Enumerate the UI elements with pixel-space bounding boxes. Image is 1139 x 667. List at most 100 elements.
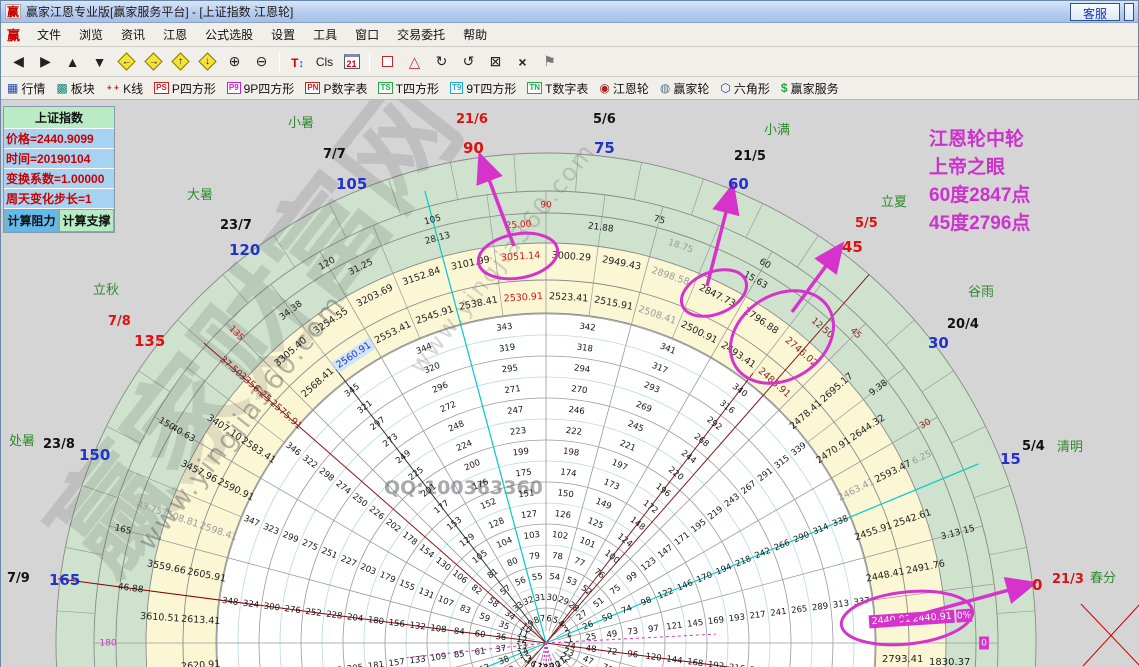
panel-row-0: 价格=2440.9099 bbox=[4, 129, 114, 149]
svg-text:36: 36 bbox=[495, 632, 507, 643]
svg-text:157: 157 bbox=[388, 657, 405, 667]
svg-text:24: 24 bbox=[564, 641, 576, 652]
partial-button[interactable] bbox=[1124, 2, 1134, 21]
module-button-T四方形[interactable]: TS T四方形 bbox=[378, 80, 439, 97]
svg-text:2620.91: 2620.91 bbox=[181, 659, 221, 667]
module-button-P数字表[interactable]: PN P数字表 bbox=[305, 80, 367, 97]
menu-item-8[interactable]: 交易委托 bbox=[388, 23, 454, 46]
boxed-x-button[interactable]: ⊠ bbox=[482, 49, 509, 74]
nav-right-button[interactable]: ▶ bbox=[32, 49, 59, 74]
wheel-icon: ◉ bbox=[599, 81, 610, 95]
svg-text:21/6: 21/6 bbox=[456, 112, 488, 127]
svg-text:0: 0 bbox=[1032, 576, 1042, 594]
module-label: 9T四方形 bbox=[466, 81, 517, 96]
svg-text:342: 342 bbox=[579, 322, 596, 334]
calendar-button[interactable]: 21 bbox=[338, 49, 365, 74]
module-button-板块[interactable]: ▩ 板块 bbox=[56, 80, 94, 97]
svg-text:45: 45 bbox=[842, 238, 863, 256]
module-label: K线 bbox=[123, 81, 144, 96]
module-toolbar: ▦ 行情 ▩ 板块 ᛭᛭ K线 PS P四方形 P9 9P四方形 PN P数字表 TS T四方形 T9 9T四… bbox=[1, 77, 1138, 100]
panel-buttons: 计算阻力 计算支撑 bbox=[4, 209, 114, 232]
flag-button[interactable]: ⚑ bbox=[536, 49, 563, 74]
svg-text:204: 204 bbox=[346, 612, 363, 624]
svg-text:181: 181 bbox=[367, 660, 384, 667]
panel-rows: 价格=2440.9099 时间=20190104 变换系数=1.00000 周天变化步… bbox=[4, 129, 114, 209]
annotation-line-3: 45度2796点 bbox=[929, 213, 1031, 234]
svg-text:192: 192 bbox=[707, 660, 724, 667]
module-button-K线[interactable]: ᛭᛭ K线 bbox=[106, 80, 143, 97]
module-button-P四方形[interactable]: PS P四方形 bbox=[154, 80, 216, 97]
t-scale-button[interactable]: T↕ bbox=[284, 49, 311, 74]
module-button-行情[interactable]: ▦ 行情 bbox=[7, 80, 45, 97]
svg-text:1830.37: 1830.37 bbox=[929, 657, 970, 667]
module-button-江恩轮[interactable]: ◉ 江恩轮 bbox=[599, 80, 649, 97]
fit-button[interactable]: × bbox=[509, 49, 536, 74]
nav-down-button[interactable]: ▼ bbox=[86, 49, 113, 74]
svg-text:37: 37 bbox=[495, 644, 507, 655]
menu-item-3[interactable]: 江恩 bbox=[154, 23, 196, 46]
rotate-cw-button[interactable]: ↻ bbox=[428, 49, 455, 74]
svg-text:处暑: 处暑 bbox=[9, 434, 35, 449]
menu-item-0[interactable]: 文件 bbox=[28, 23, 70, 46]
menu-item-1[interactable]: 浏览 bbox=[70, 23, 112, 46]
svg-text:144: 144 bbox=[666, 654, 683, 666]
rotate-ccw-icon: ↺ bbox=[462, 53, 475, 69]
nav-up-button[interactable]: ▲ bbox=[59, 49, 86, 74]
module-button-9T四方形[interactable]: T9 9T四方形 bbox=[450, 80, 516, 97]
module-label: T数字表 bbox=[545, 81, 589, 96]
annotation-line-1: 上帝之眼 bbox=[929, 157, 1006, 178]
panel-button-support[interactable]: 计算支撑 bbox=[59, 209, 114, 232]
toolbar-separator bbox=[369, 51, 370, 72]
menu-item-4[interactable]: 公式选股 bbox=[196, 23, 262, 46]
nav-up-icon: ▲ bbox=[65, 53, 80, 70]
svg-text:15: 15 bbox=[1000, 450, 1021, 468]
dollar-icon: $ bbox=[780, 81, 788, 95]
menu-item-7[interactable]: 窗口 bbox=[346, 23, 388, 46]
svg-text:294: 294 bbox=[573, 363, 590, 375]
diamond-up-button[interactable]: ↑ bbox=[167, 49, 194, 74]
svg-text:151: 151 bbox=[518, 488, 535, 500]
module-label: 9P四方形 bbox=[243, 81, 295, 96]
svg-text:84: 84 bbox=[453, 626, 465, 637]
module-button-六角形[interactable]: ⬡ 六角形 bbox=[720, 80, 770, 97]
svg-text:30: 30 bbox=[546, 593, 558, 604]
diamond-left-button[interactable]: ← bbox=[113, 49, 140, 74]
support-button[interactable]: 客服 bbox=[1069, 2, 1120, 21]
square-shape-button[interactable] bbox=[374, 49, 401, 74]
svg-text:97: 97 bbox=[648, 624, 660, 635]
svg-text:78: 78 bbox=[551, 551, 563, 562]
module-button-T数字表[interactable]: TN T数字表 bbox=[527, 80, 588, 97]
module-button-赢家轮[interactable]: ◍ 赢家轮 bbox=[660, 80, 710, 97]
nav-left-button[interactable]: ◀ bbox=[5, 49, 32, 74]
diamond-down-button[interactable]: ↓ bbox=[194, 49, 221, 74]
svg-text:23/8: 23/8 bbox=[43, 437, 75, 452]
svg-text:127: 127 bbox=[520, 509, 537, 521]
menu-item-2[interactable]: 资讯 bbox=[112, 23, 154, 46]
fit-icon: × bbox=[518, 53, 527, 70]
module-button-赢家服务[interactable]: $ 赢家服务 bbox=[781, 80, 839, 97]
diamond-right-button[interactable]: → bbox=[140, 49, 167, 74]
svg-text:60: 60 bbox=[728, 175, 749, 193]
svg-text:276: 276 bbox=[284, 604, 301, 616]
menu-item-5[interactable]: 设置 bbox=[262, 23, 304, 46]
zoom-in-button[interactable]: ⊕ bbox=[221, 49, 248, 74]
svg-text:193: 193 bbox=[728, 612, 745, 624]
svg-text:21/3: 21/3 bbox=[1052, 572, 1084, 587]
triangle-shape-button[interactable]: △ bbox=[401, 49, 428, 74]
svg-text:348: 348 bbox=[221, 596, 238, 608]
title-bar: 赢 赢家江恩专业版[赢家服务平台] - [上证指数 江恩轮] 客服 bbox=[1, 1, 1138, 23]
menu-item-9[interactable]: 帮助 bbox=[454, 23, 496, 46]
cls-button[interactable]: Cls bbox=[311, 49, 338, 74]
nav-down-icon: ▼ bbox=[92, 53, 107, 70]
svg-text:247: 247 bbox=[507, 405, 524, 417]
T9-icon: T9 bbox=[450, 82, 464, 94]
panel-button-resist[interactable]: 计算阻力 bbox=[4, 209, 59, 232]
rotate-ccw-button[interactable]: ↺ bbox=[455, 49, 482, 74]
module-button-9P四方形[interactable]: P9 9P四方形 bbox=[226, 80, 295, 97]
module-label: 行情 bbox=[21, 81, 46, 96]
zoom-out-button[interactable]: ⊖ bbox=[248, 49, 275, 74]
diamond-right-icon: → bbox=[144, 52, 163, 71]
svg-text:300: 300 bbox=[263, 601, 280, 613]
svg-text:60: 60 bbox=[474, 629, 486, 640]
menu-item-6[interactable]: 工具 bbox=[304, 23, 346, 46]
